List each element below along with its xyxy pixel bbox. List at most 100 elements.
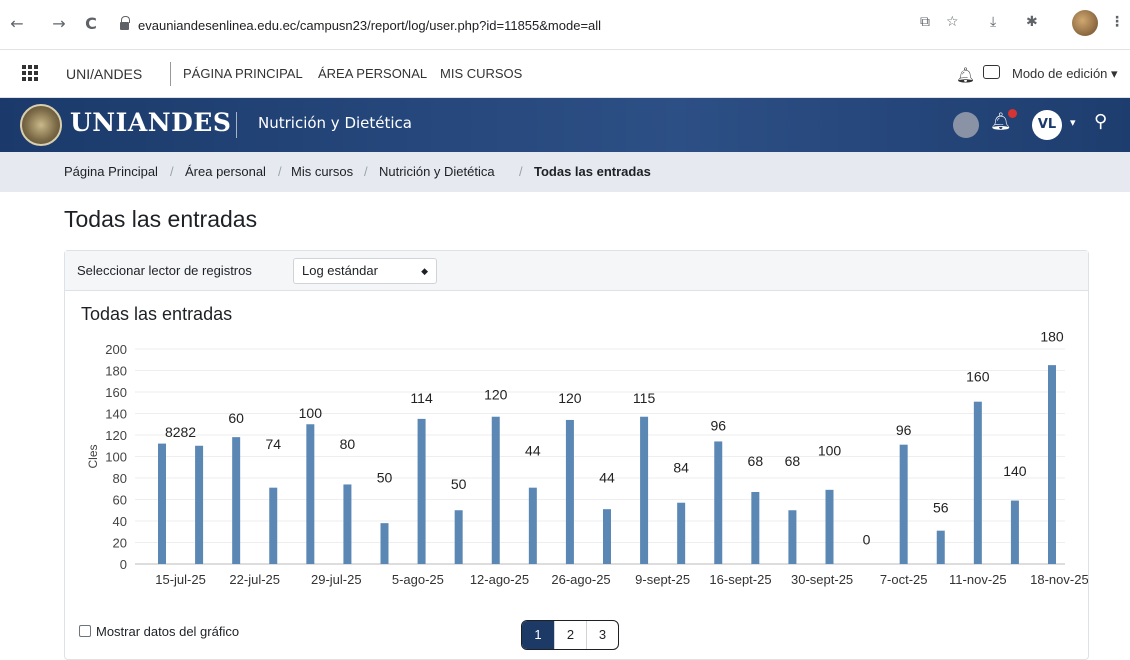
y-tick-label: 200 <box>105 342 127 357</box>
select-arrow-icon: ◆ <box>421 266 428 276</box>
chart-title: Todas las entradas <box>81 304 233 324</box>
nav-link-home[interactable]: PÁGINA PRINCIPAL <box>183 66 303 81</box>
chart-bar <box>640 416 649 564</box>
forward-icon[interactable]: → <box>50 14 68 33</box>
messages-icon[interactable] <box>983 65 1000 79</box>
notification-badge <box>1008 109 1017 118</box>
chevron-down-icon[interactable]: ▾ <box>1070 116 1076 129</box>
log-reader-value: Log estándar <box>302 263 378 278</box>
user-avatar[interactable]: VL <box>1032 110 1062 140</box>
top-navigation: UNI/ANDES PÁGINA PRINCIPAL ÁREA PERSONAL… <box>0 50 1130 98</box>
y-tick-label: 120 <box>105 428 127 443</box>
page-1-button[interactable]: 1 <box>522 621 554 649</box>
show-chart-data-checkbox[interactable]: Mostrar datos del gráfico <box>79 624 239 639</box>
breadcrumb-home[interactable]: Página Principal <box>64 164 158 179</box>
chart-bar <box>491 416 500 564</box>
share-icon[interactable]: ⧉ <box>920 14 930 30</box>
chart-bar <box>973 401 982 564</box>
data-label: 44 <box>599 469 615 485</box>
brand-name[interactable]: UNIANDES <box>70 108 231 137</box>
data-label: 180 <box>1040 331 1064 344</box>
x-tick-label: 26-ago-25 <box>551 572 610 587</box>
reload-icon[interactable]: C <box>82 14 100 33</box>
data-label: 44 <box>525 442 541 458</box>
chart-bar <box>269 487 278 564</box>
extensions-icon[interactable]: ✱ <box>1026 14 1038 30</box>
university-seal-logo <box>20 104 62 146</box>
back-icon[interactable]: ← <box>8 14 26 33</box>
log-card: Seleccionar lector de registros Log está… <box>64 250 1089 660</box>
chart-bar <box>936 530 945 564</box>
chart-bar <box>788 510 797 564</box>
download-icon[interactable]: ⤓ <box>990 14 996 30</box>
data-label: 140 <box>1003 463 1027 479</box>
breadcrumb-course[interactable]: Nutrición y Dietética <box>379 164 495 179</box>
search-icon[interactable]: ⚲ <box>1094 111 1107 132</box>
breadcrumb-dashboard[interactable]: Área personal <box>185 164 266 179</box>
y-tick-label: 180 <box>105 364 127 379</box>
data-label: 0 <box>863 532 871 548</box>
data-label: 160 <box>966 368 990 384</box>
chart-bar <box>417 418 426 564</box>
log-reader-label: Seleccionar lector de registros <box>77 263 252 278</box>
page-2-button[interactable]: 2 <box>554 621 586 649</box>
nav-link-dashboard[interactable]: ÁREA PERSONAL <box>318 66 427 81</box>
x-tick-label: 12-ago-25 <box>470 572 529 587</box>
address-bar[interactable]: evauniandesenlinea.edu.ec/campusn23/repo… <box>110 13 990 39</box>
star-icon[interactable]: ☆ <box>946 14 959 30</box>
data-label: 80 <box>340 436 356 452</box>
data-label: 56 <box>933 499 949 515</box>
x-tick-label: 7-oct-25 <box>880 572 928 587</box>
data-label: 115 <box>633 390 656 406</box>
chart-bar <box>343 484 352 564</box>
y-tick-label: 40 <box>113 514 127 529</box>
status-dot-icon[interactable] <box>953 112 979 138</box>
data-label: 100 <box>299 405 323 421</box>
chart-bar <box>714 441 723 564</box>
chart-bar <box>195 445 204 564</box>
profile-avatar[interactable] <box>1072 10 1098 36</box>
chart-bar <box>825 489 834 564</box>
y-tick-label: 0 <box>120 557 127 572</box>
data-label: 120 <box>484 387 508 403</box>
x-tick-label: 18-nov-25 <box>1030 572 1088 587</box>
checkbox-icon[interactable] <box>79 625 91 637</box>
data-label: 60 <box>228 410 244 426</box>
breadcrumb-my-courses[interactable]: Mis cursos <box>291 164 353 179</box>
y-tick-label: 160 <box>105 385 127 400</box>
x-tick-label: 16-sept-25 <box>709 572 771 587</box>
data-label: 84 <box>673 460 689 476</box>
course-name[interactable]: Nutrición y Dietética <box>258 114 412 132</box>
data-label: 74 <box>265 436 281 452</box>
divider <box>236 112 237 138</box>
data-label: 96 <box>896 422 912 438</box>
chart-bar <box>1048 365 1056 564</box>
notification-bell-icon[interactable]: 🔔︎ <box>956 66 975 84</box>
y-tick-label: 100 <box>105 450 127 465</box>
chart-bar <box>677 502 686 564</box>
data-label: 96 <box>710 418 726 434</box>
browser-toolbar: ← → C evauniandesenlinea.edu.ec/campusn2… <box>0 0 1130 50</box>
log-reader-select[interactable]: Log estándar ◆ <box>293 258 437 284</box>
edit-mode-toggle[interactable]: Modo de edición ▾ <box>1012 66 1118 82</box>
nav-link-my-courses[interactable]: MIS CURSOS <box>440 66 522 81</box>
page-title: Todas las entradas <box>64 206 258 232</box>
chart-bar <box>528 487 537 564</box>
x-tick-label: 15-jul-25 <box>155 572 206 587</box>
chart-bar <box>380 523 389 564</box>
data-label: 50 <box>377 469 393 485</box>
chart-bar <box>232 437 241 564</box>
y-tick-label: 140 <box>105 407 127 422</box>
divider <box>170 62 171 86</box>
site-logo[interactable]: UNI/ANDES <box>66 66 142 82</box>
chart-bar <box>306 424 315 564</box>
page-3-button[interactable]: 3 <box>586 621 618 649</box>
data-label: 114 <box>410 390 433 406</box>
chart-bar <box>454 510 463 564</box>
lock-icon <box>120 16 130 31</box>
course-banner: UNIANDES Nutrición y Dietética 🔔︎ VL ▾ ⚲ <box>0 98 1130 152</box>
x-tick-label: 9-sept-25 <box>635 572 690 587</box>
apps-grid-icon[interactable] <box>22 65 38 81</box>
menu-icon[interactable]: ⋮ <box>1110 14 1124 30</box>
bar-chart: 0 20 40 60 80 100 120 140 160 180 200 Cles 8282 60 74 1… <box>86 331 1088 587</box>
